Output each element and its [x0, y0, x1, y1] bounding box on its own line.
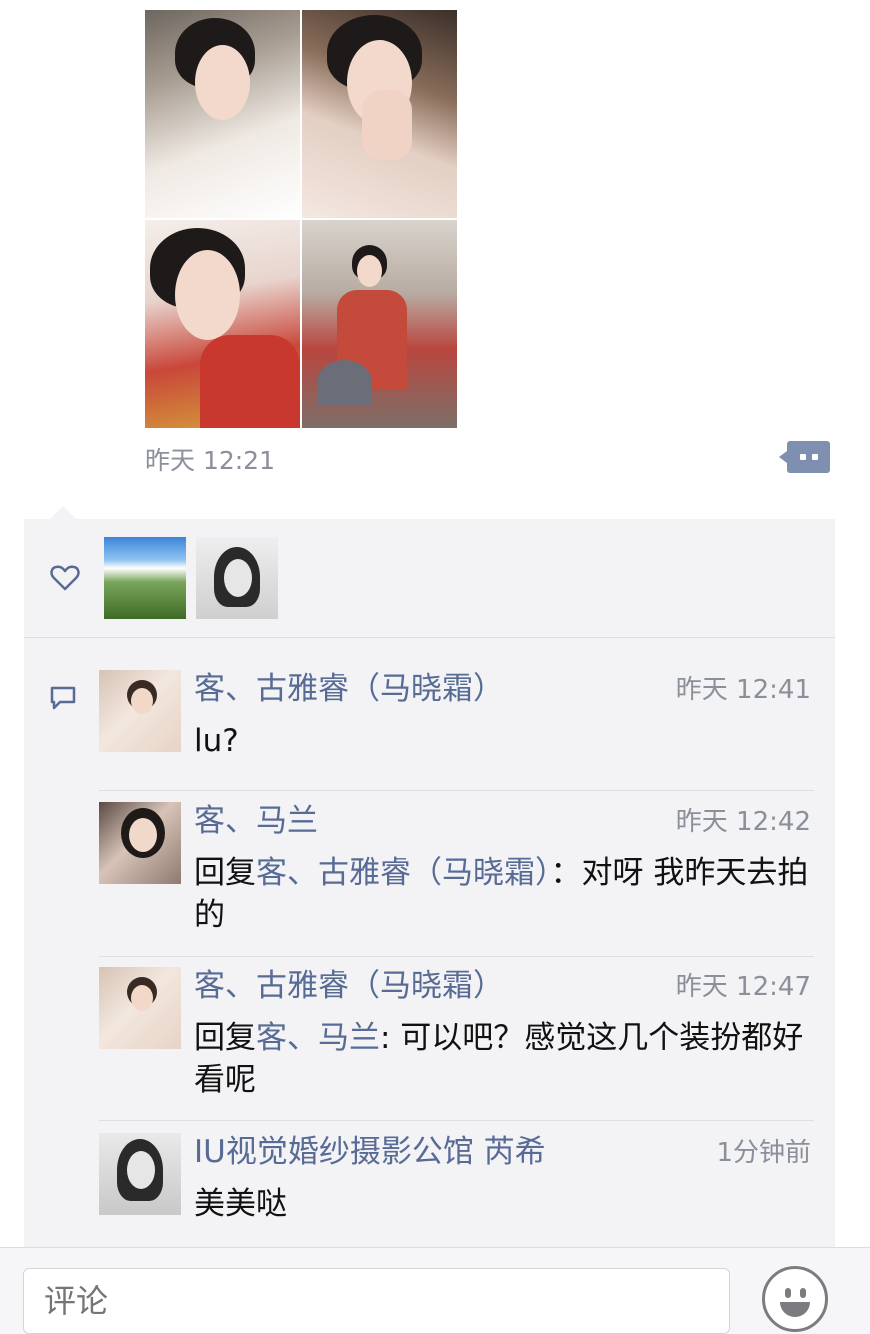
- reply-target-name[interactable]: 客、马兰: [256, 1020, 380, 1056]
- bride-red-dress-photo[interactable]: [145, 220, 300, 428]
- post-time: 昨天 12:21: [145, 446, 275, 475]
- comment-divider: [99, 790, 814, 791]
- commenter-name[interactable]: 客、马兰: [194, 802, 318, 840]
- commenter-name[interactable]: 客、古雅睿（马晓霜）: [194, 967, 504, 1005]
- dot-icon: [799, 454, 806, 460]
- comment-text: 回复客、马兰: 可以吧？感觉这几个装扮都好看呢: [194, 1017, 824, 1101]
- comment-time: 昨天 12:47: [675, 972, 811, 1002]
- comment-time: 1分钟前: [716, 1138, 811, 1168]
- commenter-name[interactable]: 客、古雅睿（马晓霜）: [194, 670, 504, 708]
- emoji-mouth: [780, 1302, 810, 1317]
- comment-text: 美美哒: [194, 1186, 287, 1222]
- post-photo-grid: [145, 10, 457, 428]
- bride-mirror-selfie-photo[interactable]: [302, 220, 457, 428]
- comment-item[interactable]: 客、马兰 昨天 12:42 回复客、古雅睿（马晓霜）：对呀 我昨天去拍的: [99, 802, 835, 952]
- bride-lace-gown-photo[interactable]: [145, 10, 300, 218]
- comment-item[interactable]: 客、古雅睿（马晓霜） 昨天 12:41 lu?: [99, 670, 835, 790]
- emoji-eye: [800, 1288, 806, 1298]
- comment-text: lu?: [194, 723, 239, 759]
- emoji-icon[interactable]: [762, 1266, 828, 1332]
- portrait-avatar[interactable]: [99, 1133, 181, 1215]
- emoji-eye: [785, 1288, 791, 1298]
- likes-comments-panel: 客、古雅睿（马晓霜） 昨天 12:41 lu? 客、马兰 昨天 12:42 回复…: [24, 519, 835, 1247]
- reply-prefix: 回复: [194, 1020, 256, 1056]
- comment-divider: [99, 1120, 814, 1121]
- comment-input-bar: [0, 1247, 870, 1334]
- salon-avatar[interactable]: [99, 967, 181, 1049]
- comment-item[interactable]: IU视觉婚纱摄影公馆 芮希 1分钟前 美美哒: [99, 1133, 835, 1243]
- comment-divider: [99, 956, 814, 957]
- comment-time: 昨天 12:42: [675, 807, 811, 837]
- reply-target-name[interactable]: 客、古雅睿（马晓霜）: [256, 855, 551, 891]
- salon-avatar[interactable]: [99, 670, 181, 752]
- panel-pointer: [50, 506, 76, 519]
- bride-hand-on-face-photo[interactable]: [302, 10, 457, 218]
- comment-time: 昨天 12:41: [675, 675, 811, 705]
- reply-prefix: 回复: [194, 855, 256, 891]
- likes-row: [24, 519, 835, 638]
- comment-icon: [50, 686, 76, 710]
- dot-icon: [811, 454, 818, 460]
- commenter-name[interactable]: IU视觉婚纱摄影公馆 芮希: [194, 1133, 546, 1171]
- mountain-landscape-avatar[interactable]: [104, 537, 186, 619]
- woman-avatar[interactable]: [99, 802, 181, 884]
- heart-icon: [50, 565, 80, 591]
- comment-input[interactable]: [23, 1268, 730, 1334]
- comment-item[interactable]: 客、古雅睿（马晓霜） 昨天 12:47 回复客、马兰: 可以吧？感觉这几个装扮都…: [99, 967, 835, 1117]
- comment-text: 回复客、古雅睿（马晓霜）：对呀 我昨天去拍的: [194, 852, 824, 936]
- more-actions-button[interactable]: [779, 441, 830, 473]
- salon-portrait-avatar[interactable]: [196, 537, 278, 619]
